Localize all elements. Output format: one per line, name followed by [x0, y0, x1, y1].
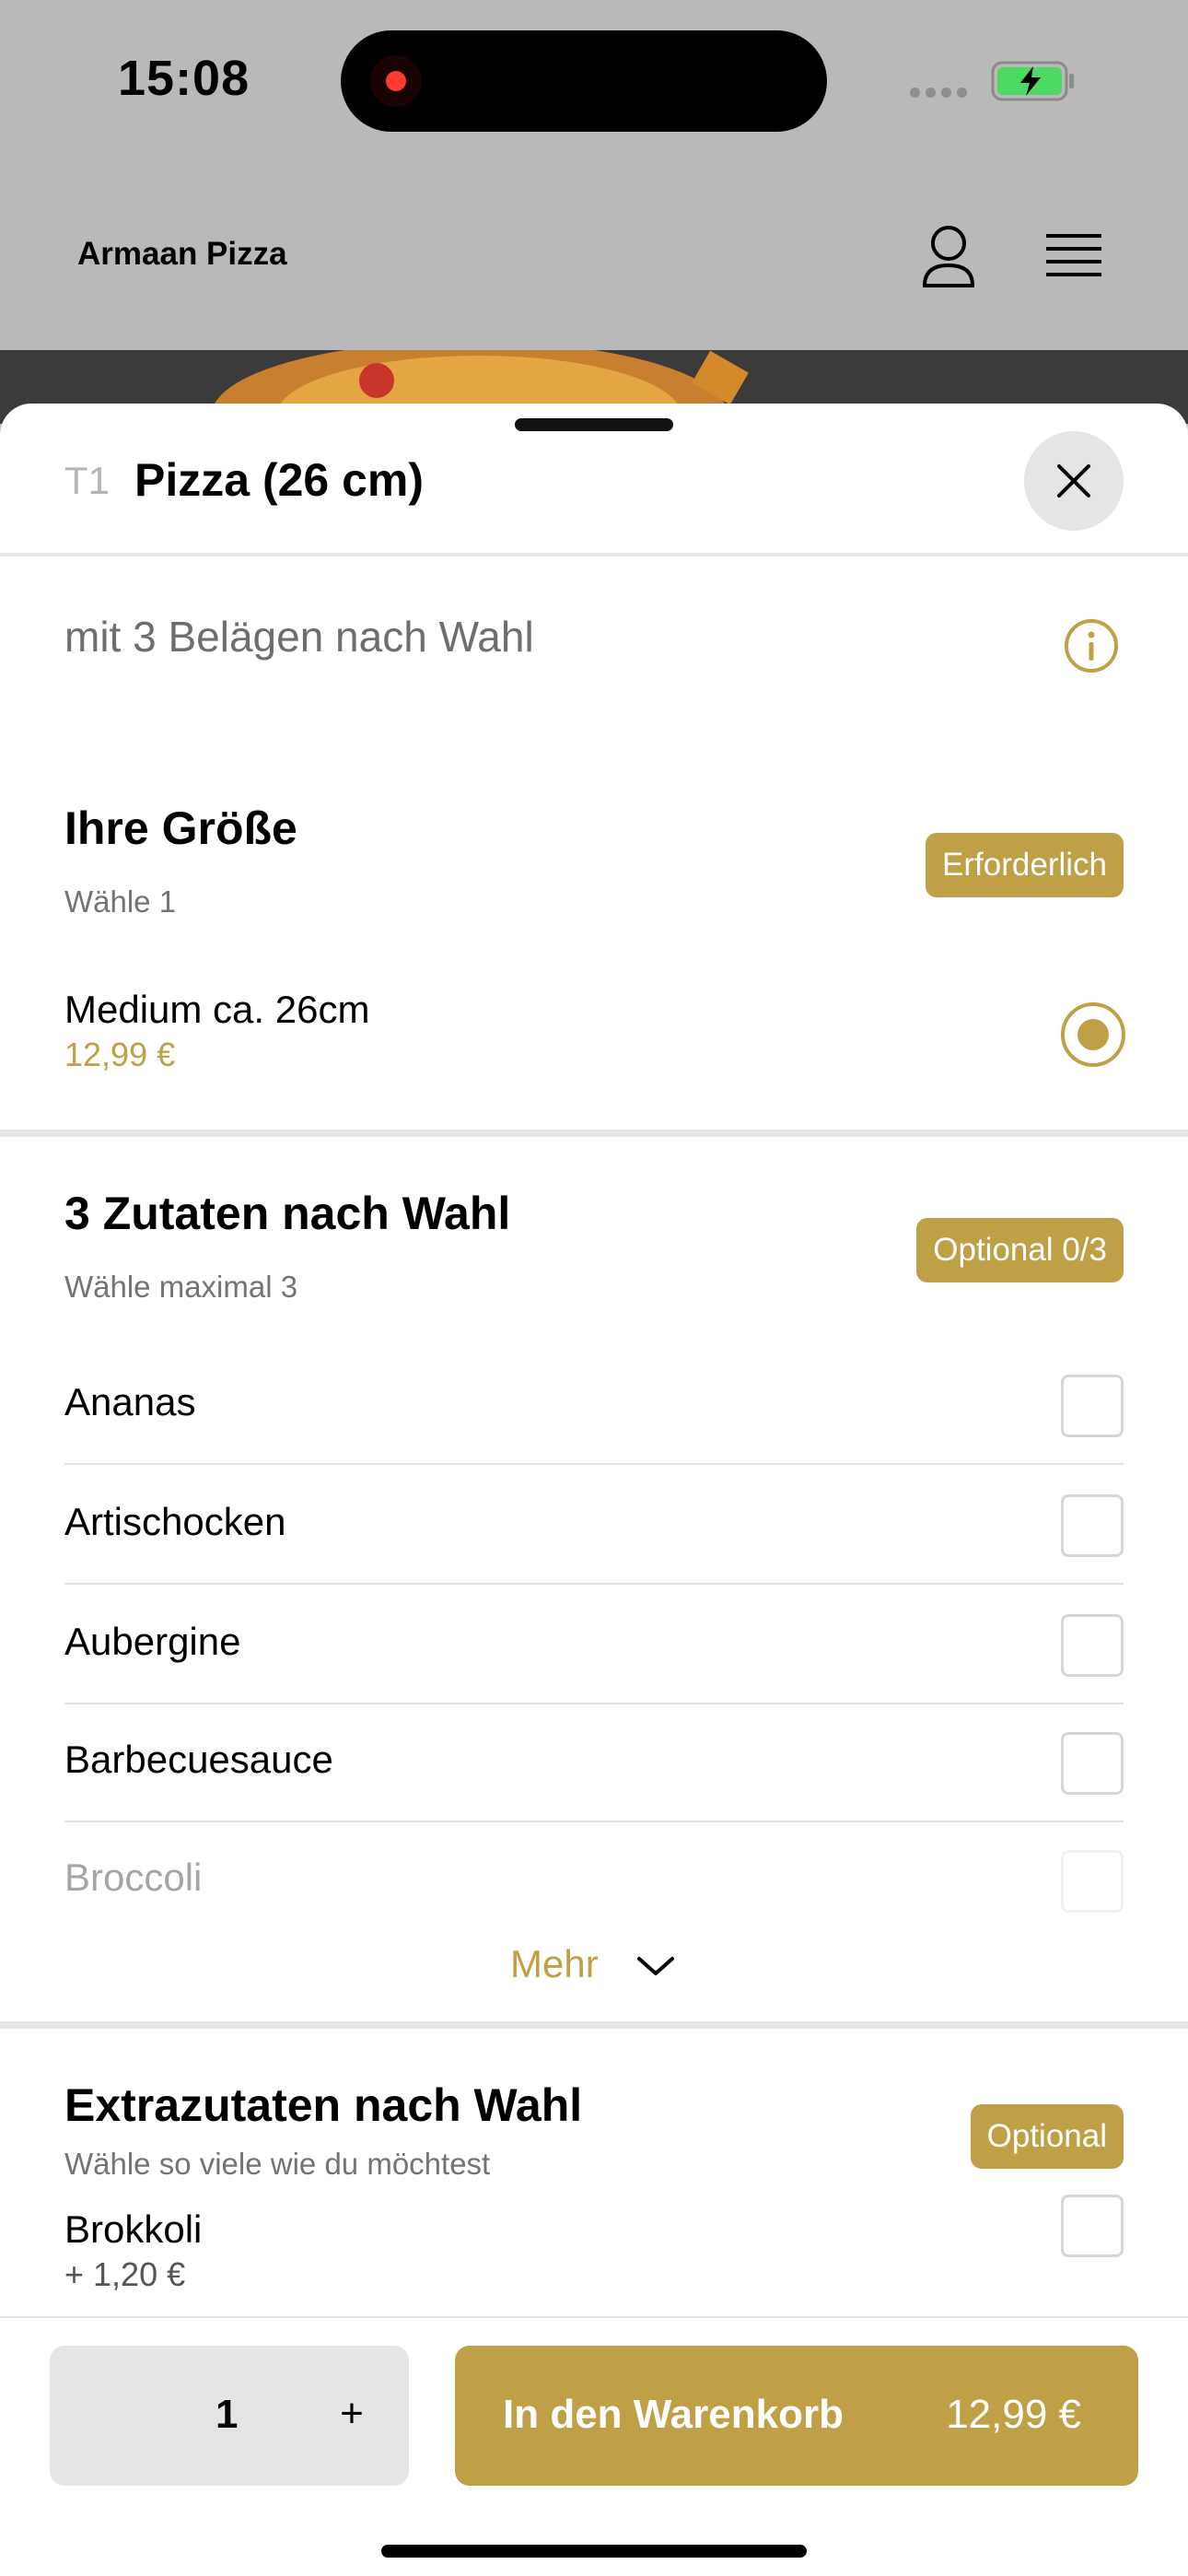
topping-row-barbecuesauce[interactable]: Barbecuesauce: [64, 1703, 1124, 1822]
sheet-title: Pizza (26 cm): [134, 454, 425, 506]
record-icon: [370, 55, 422, 107]
add-to-cart-button[interactable]: In den Warenkorb 12,99 €: [455, 2346, 1138, 2486]
section-divider: [0, 2021, 1188, 2029]
required-badge: Erforderlich: [926, 833, 1124, 897]
quantity-value: 1: [215, 2392, 239, 2437]
topping-row-artischocken[interactable]: Artischocken: [64, 1465, 1124, 1585]
cart-button-label: In den Warenkorb: [503, 2392, 844, 2437]
brand-name[interactable]: Armaan Pizza: [77, 236, 287, 273]
topping-label: Aubergine: [64, 1620, 241, 1663]
battery-icon: [991, 61, 1074, 101]
size-option-price: 12,99 €: [64, 1036, 176, 1073]
user-icon[interactable]: [919, 225, 978, 289]
extras-group-subtitle: Wähle so viele wie du möchtest: [64, 2147, 491, 2181]
topping-checkbox[interactable]: [1061, 1494, 1124, 1557]
topping-label: Artischocken: [64, 1500, 286, 1543]
info-icon[interactable]: [1063, 617, 1120, 674]
dynamic-island: [341, 30, 827, 132]
cart-button-price: 12,99 €: [946, 2392, 1081, 2437]
close-icon: [1057, 464, 1090, 498]
quantity-stepper: 1 +: [50, 2346, 409, 2486]
extras-group-title: Extrazutaten nach Wahl: [64, 2079, 583, 2131]
extra-label[interactable]: Brokkoli: [64, 2207, 202, 2252]
close-button[interactable]: [1024, 431, 1124, 531]
toppings-group-title: 3 Zutaten nach Wahl: [64, 1188, 511, 1239]
optional-count-badge: Optional 0/3: [916, 1218, 1124, 1282]
section-divider: [0, 1130, 1188, 1137]
product-description: mit 3 Belägen nach Wahl: [64, 613, 534, 661]
size-group-title: Ihre Größe: [64, 802, 297, 854]
topping-checkbox[interactable]: [1061, 1850, 1124, 1913]
menu-icon[interactable]: [1044, 230, 1103, 282]
more-button[interactable]: Mehr: [479, 1933, 718, 1997]
app-header: Armaan Pizza: [0, 166, 1188, 350]
status-time: 15:08: [118, 51, 250, 106]
increase-quantity-button[interactable]: +: [326, 2388, 378, 2440]
item-code: T1: [64, 459, 111, 502]
optional-badge: Optional: [970, 2104, 1124, 2169]
topping-label: Barbecuesauce: [64, 1738, 333, 1781]
extra-price: + 1,20 €: [64, 2255, 186, 2293]
more-label: Mehr: [510, 1942, 599, 1985]
topping-row-aubergine[interactable]: Aubergine: [64, 1585, 1124, 1704]
product-sheet: T1 Pizza (26 cm) mit 3 Belägen nach Wahl…: [0, 404, 1188, 2576]
topping-checkbox[interactable]: [1061, 1732, 1124, 1795]
bottom-action-bar: 1 + In den Warenkorb 12,99 €: [0, 2316, 1188, 2576]
size-option-radio[interactable]: [1061, 1002, 1125, 1067]
chevron-down-icon: [637, 1957, 674, 1975]
topping-label: Broccoli: [64, 1856, 203, 1899]
status-bar: 15:08: [0, 0, 1188, 166]
topping-row-ananas[interactable]: Ananas: [64, 1345, 1124, 1465]
topping-checkbox[interactable]: [1061, 1614, 1124, 1677]
sheet-header: T1 Pizza (26 cm): [0, 404, 1188, 556]
home-indicator: [381, 2545, 807, 2558]
topping-checkbox[interactable]: [1061, 1375, 1124, 1437]
signal-icon: [910, 86, 973, 98]
size-group-subtitle: Wähle 1: [64, 884, 177, 919]
size-option-label[interactable]: Medium ca. 26cm: [64, 988, 369, 1032]
extra-checkbox[interactable]: [1061, 2195, 1124, 2257]
topping-label: Ananas: [64, 1380, 196, 1423]
toppings-group-subtitle: Wähle maximal 3: [64, 1270, 298, 1304]
topping-row-broccoli[interactable]: Broccoli: [64, 1821, 1124, 1940]
